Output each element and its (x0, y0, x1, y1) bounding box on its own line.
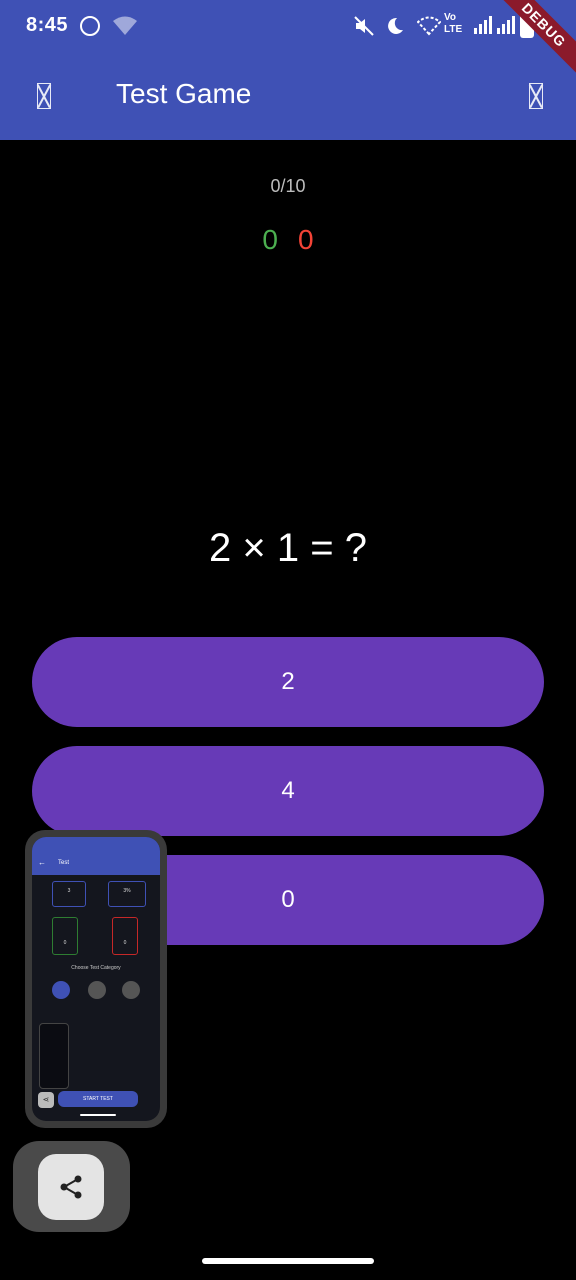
app-top-bar: 8:45 Vo LTE DEBUG Test Game (0, 0, 576, 140)
preview-screen: ← Test 3 3% 0 0 Choose Test Category STA… (32, 837, 160, 1121)
signal-icon (474, 16, 515, 34)
action-missing-glyph-icon[interactable] (522, 80, 550, 112)
wifi-icon (416, 12, 442, 40)
preview-category-2-icon (88, 981, 106, 999)
share-icon (60, 1175, 82, 1199)
wrong-count: 0 (298, 224, 314, 255)
preview-stat-box-2: 3% (108, 881, 146, 907)
correct-count: 0 (262, 224, 278, 255)
question-text: 2 × 1 = ? (209, 526, 367, 570)
page-title: Test Game (116, 78, 252, 109)
preview-stat-box-1: 3 (52, 881, 86, 907)
status-time: 8:45 (26, 14, 69, 36)
answer-button-2[interactable]: 4 (32, 746, 544, 836)
preview-back-arrow-icon: ← (38, 858, 46, 867)
volte-icon: Vo LTE (444, 12, 462, 36)
wifi-question-icon (112, 12, 138, 40)
preview-correct-box: 0 (52, 917, 78, 955)
volte-line-1: Vo (444, 12, 457, 23)
preview-title: Test (58, 860, 70, 866)
score-row: 0 0 (0, 224, 576, 256)
question-progress: 0/10 (270, 176, 306, 196)
preview-app-bar (32, 837, 160, 875)
moon-icon (384, 12, 406, 40)
preview-nested-thumbnail (39, 1023, 69, 1089)
whatsapp-icon (78, 12, 102, 40)
status-bar: 8:45 Vo LTE DEBUG (0, 0, 576, 76)
answer-button-1[interactable]: 2 (32, 637, 544, 727)
share-button[interactable] (38, 1154, 104, 1220)
preview-start-button: START TEST (58, 1091, 138, 1107)
preview-wrong-box: 0 (112, 917, 138, 955)
home-indicator[interactable] (202, 1258, 374, 1264)
preview-category-3-icon (122, 981, 140, 999)
debug-banner: DEBUG (493, 0, 576, 76)
menu-missing-glyph-icon[interactable] (30, 80, 58, 112)
preview-share-icon: ⋖ (38, 1092, 54, 1108)
mute-icon (352, 12, 376, 40)
preview-home-indicator (80, 1114, 116, 1116)
share-panel (13, 1141, 130, 1232)
volte-line-2: LTE (444, 24, 463, 35)
screenshot-preview-thumbnail[interactable]: ← Test 3 3% 0 0 Choose Test Category STA… (25, 830, 167, 1128)
preview-category-1-icon (52, 981, 70, 999)
preview-category-label: Choose Test Category (71, 965, 121, 971)
